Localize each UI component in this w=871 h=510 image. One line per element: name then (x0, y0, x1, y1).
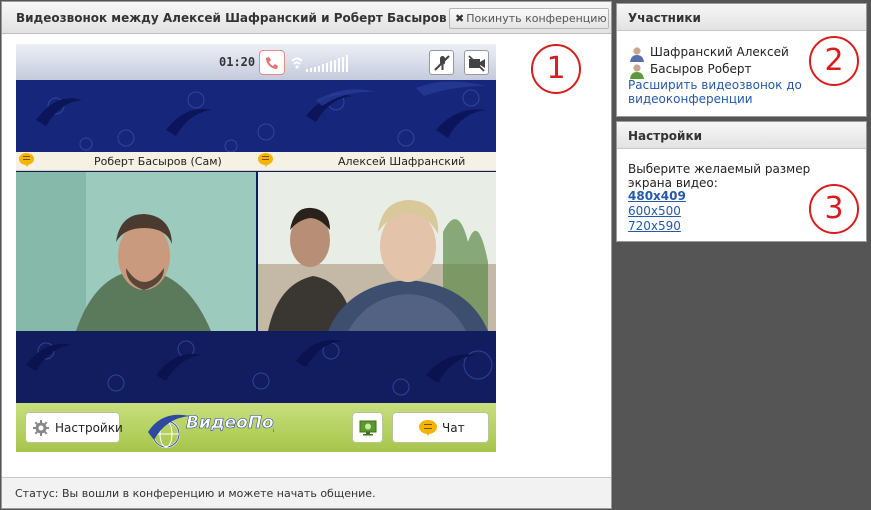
people-video-image (258, 172, 496, 331)
logo-text: ВидеоПорт (186, 413, 274, 433)
call-timer: 01:20 (219, 55, 256, 69)
participant-name: Шафранский Алексей (650, 45, 789, 59)
participants-panel: Участники Шафранский Алексей Басыров Роб… (616, 3, 867, 117)
hangup-button[interactable] (259, 50, 285, 75)
participant-name: Басыров Роберт (650, 62, 752, 76)
self-video-feed (16, 172, 256, 331)
screen-share-icon (359, 420, 376, 435)
left-video-label: Роберт Басыров (Сам) (94, 155, 222, 168)
video-size-option-600[interactable]: 600x500 (628, 204, 681, 218)
camera-off-icon (467, 54, 485, 72)
call-controls-bar: 01:20 (16, 44, 496, 80)
chat-button[interactable]: Чат (392, 412, 489, 443)
globe-pattern (16, 80, 496, 152)
expand-to-conference-link[interactable]: Расширить видеозвонок до видеоконференци… (628, 78, 828, 106)
video-size-description: Выберите желаемый размер экрана видео: (628, 162, 811, 190)
video-size-option-720[interactable]: 720x590 (628, 219, 681, 233)
close-icon: ✖ (455, 12, 465, 25)
videoport-logo: ВидеоПорт (148, 413, 274, 448)
participants-header: Участники (617, 4, 866, 31)
person-icon (630, 47, 644, 62)
video-background-pattern (16, 80, 496, 152)
screen-share-button[interactable] (352, 412, 383, 443)
conference-title: Видеозвонок между Алексей Шафранский и Р… (16, 11, 447, 25)
callout-marker: 1 (531, 44, 581, 94)
status-text: Статус: Вы вошли в конференцию и можете … (15, 487, 376, 500)
gear-icon (33, 420, 49, 436)
leave-conference-label: Покинуть конференцию (466, 12, 607, 25)
person-icon (630, 64, 644, 79)
right-video-label: Алексей Шафранский (338, 155, 466, 168)
microphone-off-icon (433, 54, 450, 71)
chat-bubble-icon (258, 153, 273, 167)
person-video-image (16, 172, 256, 331)
settings-button-label: Настройки (55, 421, 123, 435)
leave-conference-button[interactable]: ✖ Покинуть конференцию (449, 8, 609, 29)
conference-header: Видеозвонок между Алексей Шафранский и Р… (2, 2, 611, 34)
settings-panel: Настройки Выберите желаемый размер экран… (616, 121, 867, 242)
remote-video-feed (258, 172, 496, 331)
status-bar: Статус: Вы вошли в конференцию и можете … (2, 477, 611, 508)
video-background-pattern (16, 331, 496, 403)
participant-name-bar: Роберт Басыров (Сам) Алексей Шафранский (16, 152, 496, 171)
camera-off-button[interactable] (464, 50, 489, 75)
globe-pattern (16, 331, 496, 403)
conference-panel: Видеозвонок между Алексей Шафранский и Р… (1, 1, 612, 509)
video-toolbar: Настройки ВидеоПорт Чат (16, 403, 496, 452)
settings-button[interactable]: Настройки (25, 412, 123, 443)
video-size-option-480[interactable]: 480x409 (628, 189, 686, 203)
mute-microphone-button[interactable] (429, 50, 454, 75)
chat-button-label: Чат (442, 421, 465, 435)
phone-icon (266, 56, 278, 69)
callout-marker: 2 (809, 36, 859, 86)
settings-header: Настройки (617, 122, 866, 149)
callout-marker: 3 (809, 184, 859, 234)
chat-bubble-icon (19, 153, 34, 167)
chat-bubble-icon (419, 420, 437, 436)
signal-strength-icon (291, 55, 348, 72)
video-widget: 01:20 Роберт Басыров (Сам) Алексей Шафра… (16, 44, 496, 452)
